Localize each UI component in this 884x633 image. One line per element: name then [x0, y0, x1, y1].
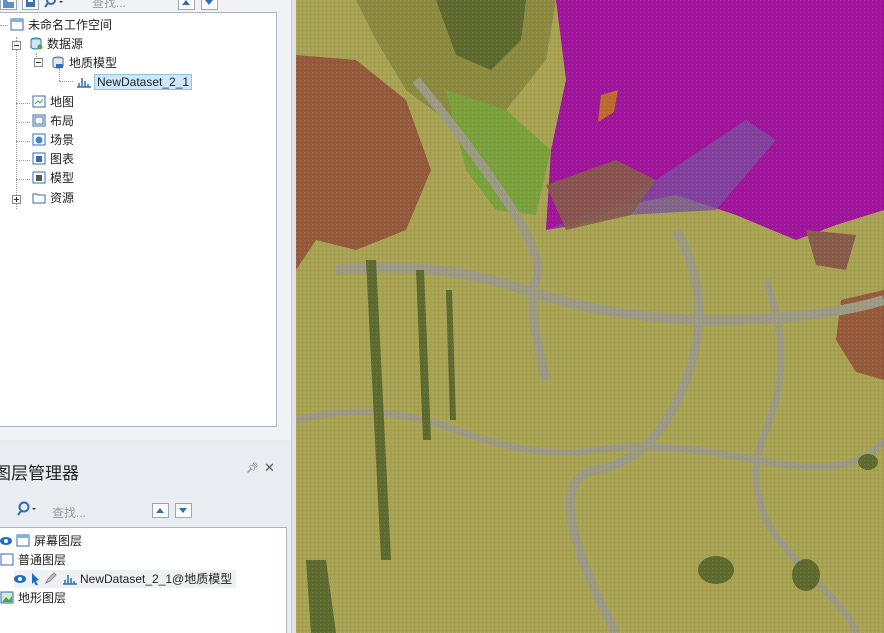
map-view[interactable]: [296, 0, 884, 633]
tree-item-maps[interactable]: 地图: [32, 93, 74, 111]
selectable-pointer-icon[interactable]: [30, 572, 40, 586]
layer-group-normal[interactable]: 普通图层: [0, 551, 66, 569]
layer-tree: 屏幕图层 普通图层 NewDataset_2_1@地质模型 地形图层: [0, 527, 287, 633]
save-button[interactable]: [22, 0, 39, 10]
resources-expander[interactable]: [12, 195, 21, 204]
layer-label: NewDataset_2_1@地质模型: [80, 572, 233, 586]
normal-layer-icon: [0, 553, 14, 566]
pin-icon[interactable]: 📌︎: [246, 463, 259, 474]
layouts-label: 布局: [50, 114, 75, 128]
layer-manager-panel: 图层管理器 📌︎ ✕ 查找... 屏幕图层 普通图层 NewDataset_2_…: [0, 445, 291, 633]
models-label: 模型: [50, 171, 75, 185]
map-icon: [32, 95, 46, 108]
layout-icon: [32, 114, 46, 127]
visibility-eye-icon[interactable]: [14, 572, 26, 585]
tree-item-workspace[interactable]: 未命名工作空间: [10, 16, 112, 34]
expand-all-button[interactable]: [178, 0, 195, 10]
tree-item-scenes[interactable]: 场景: [32, 131, 74, 149]
screen-layer-icon: [16, 534, 30, 547]
tree-item-layouts[interactable]: 布局: [32, 112, 74, 130]
layer-item-dataset[interactable]: NewDataset_2_1@地质模型: [14, 570, 237, 588]
normal-layers-label: 普通图层: [18, 553, 67, 567]
chart-icon: [32, 152, 46, 165]
layer-move-up-button[interactable]: [152, 503, 169, 518]
charts-label: 图表: [50, 152, 75, 166]
tree-item-datasource[interactable]: 地质模型: [51, 54, 117, 72]
datasource-label: 地质模型: [69, 56, 118, 70]
workspace-search-input[interactable]: 查找...: [92, 0, 126, 11]
layer-group-screen[interactable]: 屏幕图层: [0, 532, 82, 550]
resources-label: 资源: [50, 191, 75, 205]
workspace-toolbar: 查找...: [0, 0, 280, 12]
open-button[interactable]: [0, 0, 17, 10]
layer-move-down-button[interactable]: [175, 503, 192, 518]
layer-search-input[interactable]: 查找...: [52, 504, 86, 521]
layer-manager-title: 图层管理器: [0, 464, 79, 483]
scenes-label: 场景: [50, 133, 75, 147]
layer-search-icon[interactable]: [16, 501, 42, 516]
terrain-layers-label: 地形图层: [18, 591, 67, 605]
collapse-all-button[interactable]: [201, 0, 218, 10]
dataset-grid-icon: [76, 75, 91, 88]
maps-label: 地图: [50, 95, 75, 109]
datasources-icon: [29, 37, 43, 50]
visibility-eye-icon[interactable]: [0, 534, 12, 547]
datasources-label: 数据源: [47, 37, 84, 51]
layer-group-terrain[interactable]: 地形图层: [0, 589, 66, 607]
datasource-expander[interactable]: [34, 58, 43, 67]
terrain-layer-icon: [0, 591, 14, 604]
tree-item-charts[interactable]: 图表: [32, 150, 74, 168]
tree-item-dataset[interactable]: NewDataset_2_1: [76, 73, 193, 91]
scene-icon: [32, 133, 46, 146]
search-icon[interactable]: [44, 0, 68, 10]
workspace-manager-panel: 查找... 未命名工作空间 数据源 地质模型 NewDataset_2_1 地图…: [0, 0, 291, 440]
texture-overlay: [296, 0, 884, 633]
layer-menu-dropdown-icon[interactable]: [0, 503, 4, 518]
grid-layer-icon: [62, 572, 77, 585]
workspace-icon: [10, 18, 24, 31]
tree-item-datasources[interactable]: 数据源: [29, 35, 83, 53]
layer-toolbar: 查找...: [0, 501, 280, 521]
workspace-label: 未命名工作空间: [28, 18, 113, 32]
close-icon[interactable]: ✕: [264, 460, 275, 476]
editable-pencil-icon[interactable]: [44, 572, 58, 585]
workspace-tree: 未命名工作空间 数据源 地质模型 NewDataset_2_1 地图 布局 场景…: [0, 12, 277, 427]
dataset-label: NewDataset_2_1: [94, 74, 193, 90]
screen-layers-label: 屏幕图层: [34, 534, 83, 548]
model-icon: [32, 171, 46, 184]
datasources-expander[interactable]: [12, 41, 21, 50]
tree-item-models[interactable]: 模型: [32, 169, 74, 187]
resources-folder-icon: [32, 191, 46, 204]
database-icon: [51, 56, 65, 69]
tree-item-resources[interactable]: 资源: [32, 189, 74, 207]
geology-map-canvas: [296, 0, 884, 633]
